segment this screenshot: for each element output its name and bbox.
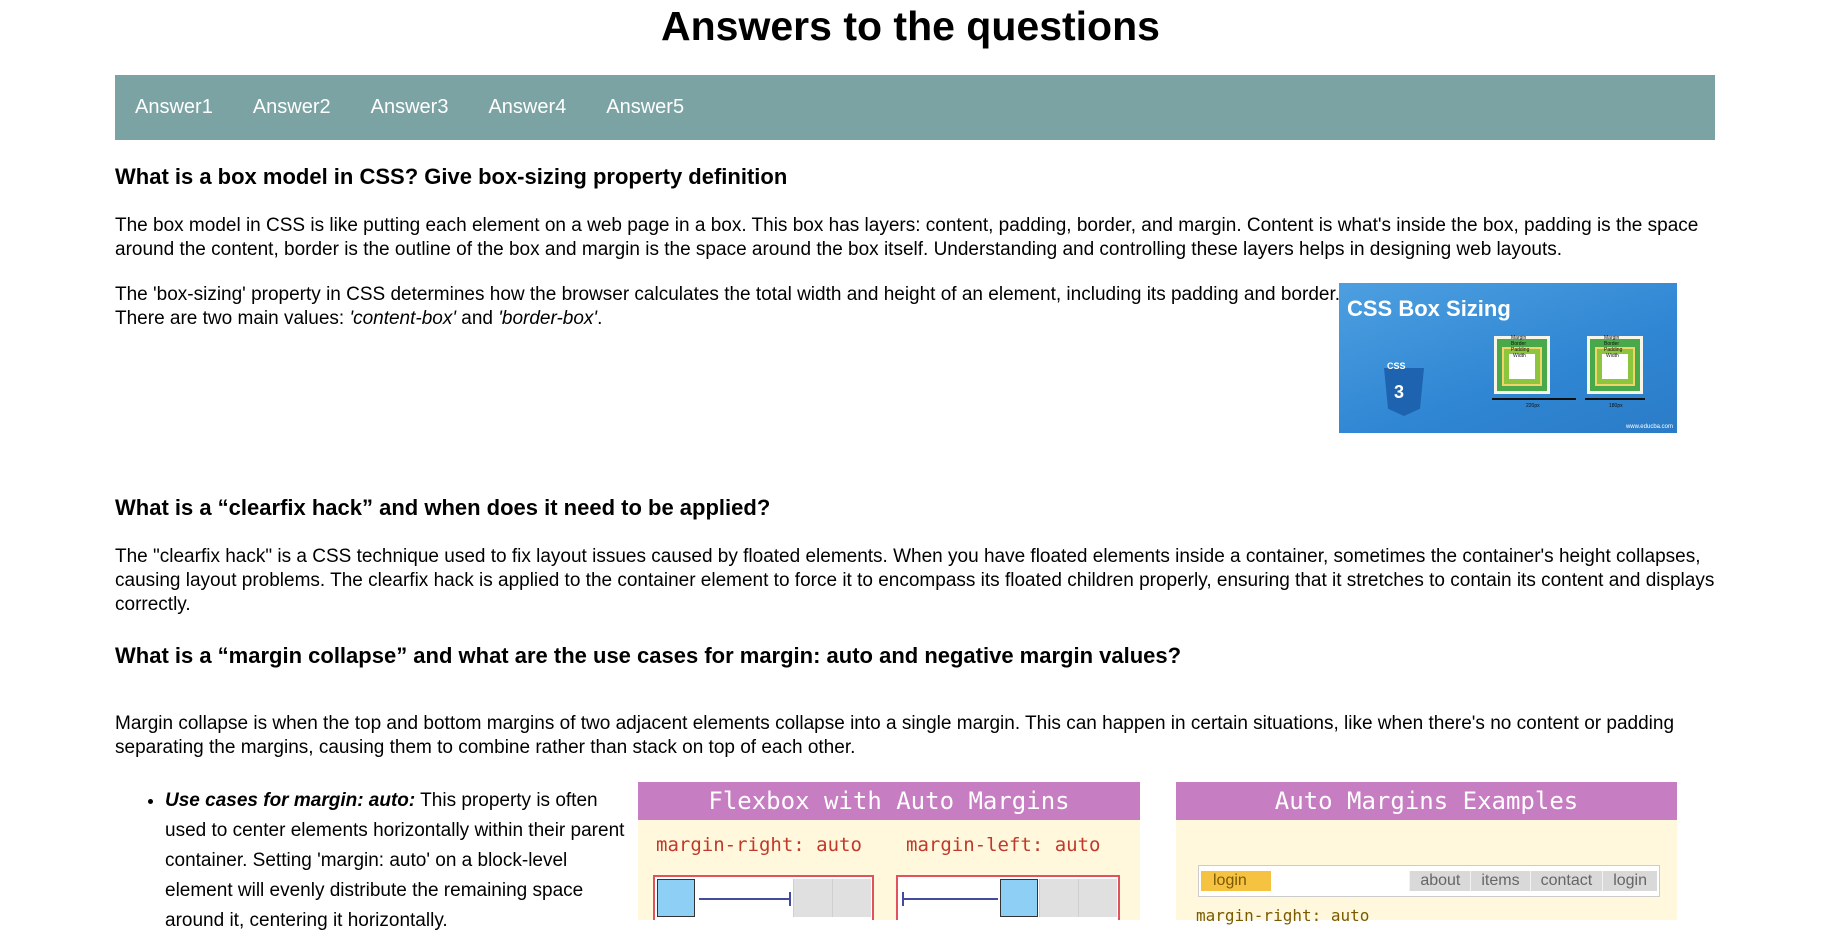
css3-logo-icon: 3 <box>1384 368 1424 416</box>
menu-item-about: about <box>1409 871 1471 891</box>
css3-logo-label: CSS <box>1387 361 1406 371</box>
question-1-heading: What is a box model in CSS? Give box-siz… <box>115 164 788 189</box>
menu-right-group: about items contact login <box>1409 871 1657 891</box>
answer-1-paragraph-1: The box model in CSS is like putting eac… <box>115 215 1699 260</box>
margin-arrow-cap <box>789 892 791 906</box>
case-1-text: This property is often used to center el… <box>165 790 625 931</box>
menu-item-contact: contact <box>1529 871 1603 891</box>
border-box-term: 'border-box' <box>498 308 598 329</box>
nav-link-answer4[interactable]: Answer4 <box>488 96 566 119</box>
page-title: Answers to the questions <box>661 3 1160 49</box>
question-3-heading: What is a “margin collapse” and what are… <box>115 643 1182 668</box>
list-item: Use cases for margin: auto: This propert… <box>165 786 625 936</box>
answer-1-paragraph-2: The 'box-sizing' property in CSS determi… <box>115 283 1345 331</box>
width-arrow-2 <box>1585 398 1645 400</box>
box-label-width-2: Width <box>1606 353 1619 359</box>
answer-1-text-and: and <box>456 308 499 329</box>
margin-right-auto-label: margin-right: auto <box>656 834 862 856</box>
margin-arrow-line <box>902 898 998 900</box>
image-credit: www.educba.com <box>1625 424 1673 430</box>
nav-link-answer2[interactable]: Answer2 <box>253 96 331 119</box>
margin-left-auto-label: margin-left: auto <box>906 834 1101 856</box>
flex-item-blue <box>657 879 695 917</box>
menu-item-items: items <box>1470 871 1530 891</box>
flex-item-blue <box>1000 879 1038 917</box>
width-value-2: 180px <box>1609 403 1623 409</box>
width-value-1: 220px <box>1526 403 1540 409</box>
margin-use-cases-list: Use cases for margin: auto: This propert… <box>115 786 625 936</box>
case-1-label: Use cases for margin: auto: <box>165 790 416 811</box>
width-arrow-1 <box>1492 398 1576 400</box>
margin-right-auto-caption: margin-right: auto <box>1196 906 1370 925</box>
flex-row-margin-left <box>896 875 1120 920</box>
flex-row-margin-right <box>653 875 874 920</box>
margin-arrow-line <box>699 898 791 900</box>
box-label-width-1: Width <box>1513 353 1526 359</box>
nav-link-answer5[interactable]: Answer5 <box>606 96 684 119</box>
flexbox-image-title: Flexbox with Auto Margins <box>638 782 1140 820</box>
flexbox-auto-margins-image: Flexbox with Auto Margins margin-right: … <box>638 782 1140 920</box>
answer-3-paragraph: Margin collapse is when the top and bott… <box>115 713 1675 758</box>
nav-link-answer3[interactable]: Answer3 <box>371 96 449 119</box>
menu-login-left: login <box>1201 871 1271 891</box>
auto-margins-image-title: Auto Margins Examples <box>1176 782 1677 820</box>
css3-shield-digit: 3 <box>1394 382 1405 402</box>
menu-item-login: login <box>1602 871 1657 891</box>
answer-2-paragraph: The "clearfix hack" is a CSS technique u… <box>115 546 1715 615</box>
flex-item-grey <box>1039 879 1078 917</box>
content-box-term: 'content-box' <box>349 308 456 329</box>
flex-item-grey <box>793 879 832 917</box>
flex-item-grey <box>832 879 871 917</box>
flex-item-grey <box>1078 879 1117 917</box>
auto-margins-examples-image: Auto Margins Examples login about items … <box>1176 782 1677 925</box>
css-box-sizing-image-title: CSS Box Sizing <box>1347 296 1511 321</box>
answer-1-text-end: . <box>597 308 603 329</box>
css-box-sizing-image: CSS Box Sizing 3 CSS Margin Border Paddi… <box>1339 283 1677 433</box>
question-2-heading: What is a “clearfix hack” and when does … <box>115 495 771 520</box>
answer-1-text-a: The 'box-sizing' property in CSS determi… <box>115 284 1341 329</box>
nav-link-answer1[interactable]: Answer1 <box>135 96 213 119</box>
example-menu-bar: login about items contact login <box>1198 865 1660 897</box>
nav-bar: Answer1 Answer2 Answer3 Answer4 Answer5 <box>115 75 1715 140</box>
